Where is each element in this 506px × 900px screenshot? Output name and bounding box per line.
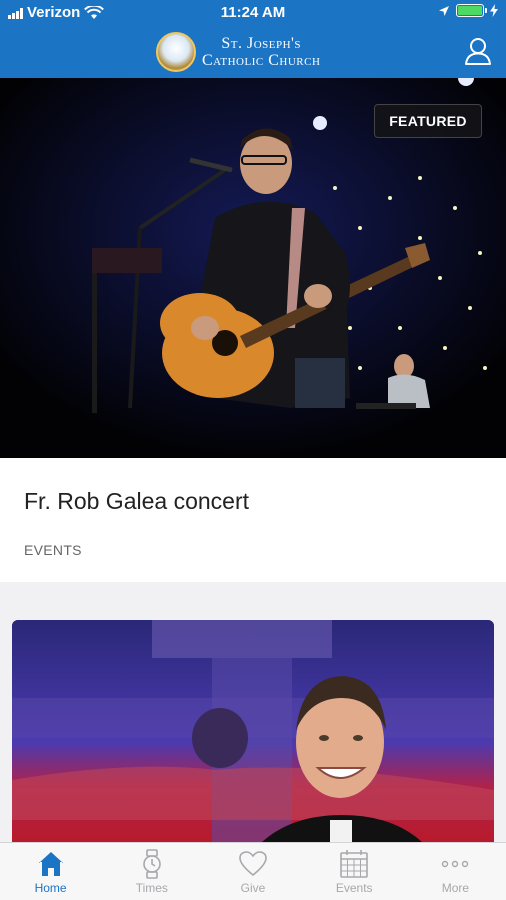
church-name-line2: Catholic Church — [202, 52, 321, 69]
tab-give-label: Give — [240, 881, 266, 895]
tab-more[interactable]: More — [405, 843, 506, 900]
watch-icon — [142, 849, 161, 879]
calendar-icon — [340, 850, 369, 878]
more-dots-icon — [442, 860, 469, 868]
tab-events[interactable]: Events — [304, 843, 405, 900]
tab-home-label: Home — [34, 881, 67, 895]
tab-give[interactable]: Give — [202, 843, 303, 900]
tab-more-label: More — [441, 881, 470, 895]
location-arrow-icon — [439, 5, 449, 16]
featured-card-category: EVENTS — [24, 542, 82, 558]
church-brand[interactable]: St. Joseph's Catholic Church — [156, 30, 320, 74]
battery-icon — [456, 4, 487, 17]
church-logo-icon — [156, 32, 196, 72]
tab-times-label: Times — [135, 881, 168, 895]
tab-times[interactable]: Times — [101, 843, 202, 900]
app-screen: Verizon 11:24 AM St. Joseph's Catholic C… — [0, 0, 506, 900]
featured-badge: FEATURED — [374, 104, 482, 138]
charging-bolt-icon — [490, 4, 498, 17]
user-icon[interactable] — [464, 36, 492, 66]
tab-home[interactable]: Home — [0, 843, 101, 900]
status-time: 11:24 AM — [220, 4, 286, 21]
heart-icon — [239, 851, 267, 877]
featured-card-title: Fr. Rob Galea concert — [24, 488, 249, 514]
second-card-image[interactable] — [12, 620, 494, 842]
tab-bar: Home Times Give Events More — [0, 842, 506, 900]
featured-card-body[interactable]: Fr. Rob Galea concert EVENTS — [0, 458, 506, 582]
church-name-line1: St. Joseph's — [221, 35, 302, 52]
status-bar: Verizon 11:24 AM — [0, 0, 506, 26]
home-icon — [38, 852, 63, 876]
tab-events-label: Events — [335, 881, 373, 895]
crucifix-photo — [12, 620, 494, 842]
church-name: St. Joseph's Catholic Church — [202, 35, 320, 69]
app-header: Verizon 11:24 AM St. Joseph's Catholic C… — [0, 0, 506, 78]
status-right — [438, 4, 498, 17]
